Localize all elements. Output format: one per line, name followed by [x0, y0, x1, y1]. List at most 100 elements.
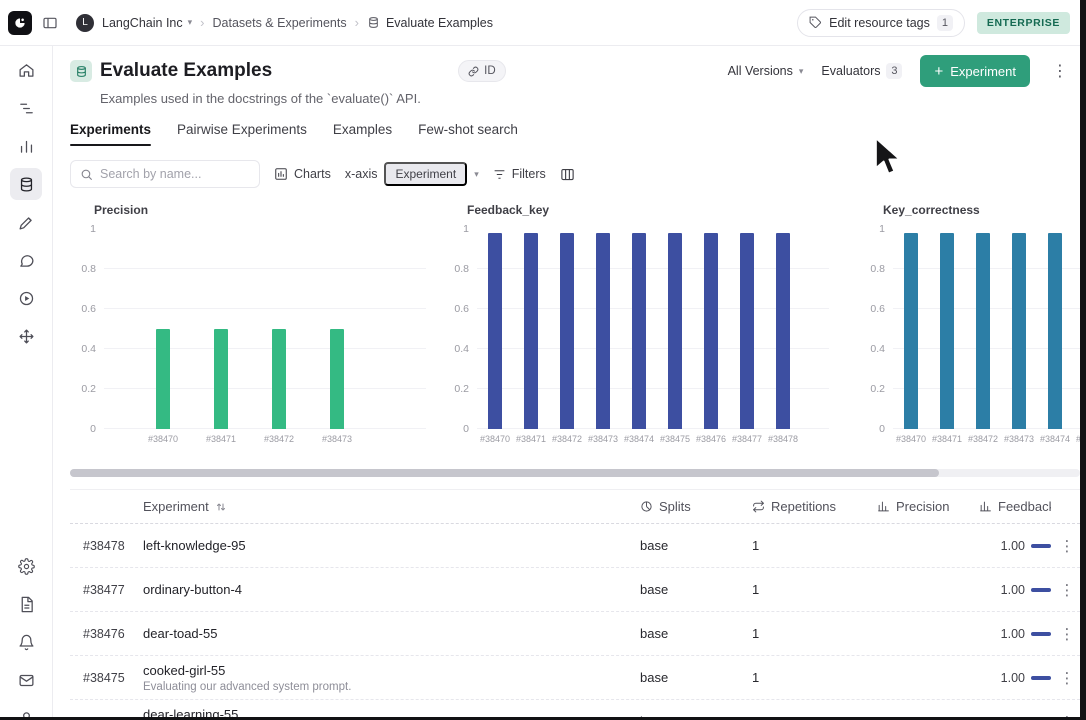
experiment-name[interactable]: left-knowledge-95	[143, 538, 640, 553]
experiment-column-header[interactable]: Experiment	[143, 499, 640, 514]
sidebar-toggle-icon[interactable]	[40, 13, 60, 33]
feedback-cell: 1.00	[877, 583, 1053, 597]
scrollbar-thumb[interactable]	[70, 469, 939, 477]
columns-icon[interactable]	[560, 167, 575, 182]
bar[interactable]	[904, 233, 918, 429]
repetitions-value: 1	[752, 626, 760, 641]
precision-column-header[interactable]: Precision	[877, 499, 949, 514]
feedback-value: 1.00	[1000, 670, 1025, 685]
bell-icon[interactable]	[10, 626, 42, 658]
bar[interactable]	[632, 233, 646, 429]
y-tick-label: 0.8	[81, 263, 96, 275]
repetitions-column-header[interactable]: Repetitions	[752, 499, 877, 514]
search-input[interactable]	[100, 167, 250, 181]
filters-label: Filters	[511, 167, 546, 181]
mail-icon[interactable]	[10, 664, 42, 696]
x-tick-label: #38474	[1039, 434, 1071, 444]
move-arrows-icon[interactable]	[10, 320, 42, 352]
bar[interactable]	[272, 329, 286, 429]
tab-pairwise-experiments[interactable]: Pairwise Experiments	[177, 122, 307, 146]
play-circle-icon[interactable]	[10, 282, 42, 314]
row-menu-button[interactable]: ⋮	[1053, 669, 1081, 687]
comment-icon[interactable]	[10, 244, 42, 276]
feedback-value: 1.00	[1000, 538, 1025, 553]
org-name: LangChain Inc	[102, 15, 183, 30]
breadcrumb-org[interactable]: LangChain Inc ▾	[102, 16, 192, 30]
charts-toggle-button[interactable]: Charts	[274, 167, 331, 181]
bar[interactable]	[776, 233, 790, 429]
bar[interactable]	[488, 233, 502, 429]
table-row[interactable]: #38475 cooked-girl-55 Evaluating our advan…	[70, 656, 1080, 700]
bar[interactable]	[560, 233, 574, 429]
charts-row: Precision 0 0.2 0.4 0.6 0.8 1 #38470 #38471 #38…	[70, 203, 1080, 451]
metric-column-headers: Precision Feedback	[877, 499, 1053, 514]
tab-examples[interactable]: Examples	[333, 122, 392, 146]
experiment-name[interactable]: cooked-girl-55	[143, 663, 640, 678]
row-menu-button[interactable]: ⋮	[1053, 537, 1081, 555]
bar[interactable]	[524, 233, 538, 429]
breadcrumb-separator: ›	[200, 15, 205, 30]
x-axis-value-chip[interactable]: Experiment	[384, 162, 468, 186]
edit-resource-tags-button[interactable]: Edit resource tags 1	[797, 8, 965, 37]
bar[interactable]	[1048, 233, 1062, 429]
datasets-icon[interactable]	[10, 168, 42, 200]
table-row[interactable]: #38478 left-knowledge-95 base 1 1.00 ⋮	[70, 524, 1080, 568]
org-avatar[interactable]: L	[76, 13, 94, 32]
x-tick-label: #38470	[895, 434, 927, 444]
bar-slot: #38474	[621, 229, 657, 444]
document-icon[interactable]	[10, 588, 42, 620]
feedback-mini-bar	[1031, 631, 1051, 636]
row-menu-button[interactable]: ⋮	[1053, 625, 1081, 643]
evaluators-button[interactable]: Evaluators 3	[821, 63, 903, 79]
bar[interactable]	[214, 329, 228, 429]
all-versions-dropdown[interactable]: All Versions ▾	[728, 64, 804, 78]
bar[interactable]	[976, 233, 990, 429]
bar[interactable]	[156, 329, 170, 429]
breadcrumb-section[interactable]: Datasets & Experiments	[213, 16, 347, 30]
sort-icon[interactable]	[215, 501, 227, 513]
trace-icon[interactable]	[10, 92, 42, 124]
gear-icon[interactable]	[10, 550, 42, 582]
new-experiment-button[interactable]: + Experiment	[920, 55, 1030, 87]
experiment-id: #38477	[83, 582, 125, 597]
bar[interactable]	[1012, 233, 1026, 429]
bar[interactable]	[596, 233, 610, 429]
filters-button[interactable]: Filters	[493, 167, 546, 181]
feedback-mini-bar	[1031, 543, 1051, 548]
table-row[interactable]: #38477 ordinary-button-4 base 1 1.00 ⋮	[70, 568, 1080, 612]
splits-column-header[interactable]: Splits	[640, 499, 752, 514]
splits-header-label: Splits	[659, 499, 691, 514]
chevron-down-icon: ▾	[798, 65, 804, 76]
tab-few-shot-search[interactable]: Few-shot search	[418, 122, 518, 146]
bar-slot: #38474	[1037, 229, 1073, 444]
y-tick-label: 0.6	[870, 303, 885, 315]
bar[interactable]	[704, 233, 718, 429]
topbar: L LangChain Inc ▾ › Datasets & Experimen…	[0, 0, 1086, 46]
table-row[interactable]: #38476 dear-toad-55 base 1 1.00 ⋮	[70, 612, 1080, 656]
bar-slot: #38471	[929, 229, 965, 444]
tab-experiments[interactable]: Experiments	[70, 122, 152, 146]
copy-id-button[interactable]: ID	[458, 60, 506, 82]
experiment-name[interactable]: dear-toad-55	[143, 626, 640, 641]
x-tick-label: #38470	[147, 434, 179, 444]
y-tick-label: 0.4	[454, 343, 469, 355]
chevron-down-icon[interactable]: ▾	[474, 169, 479, 180]
bar[interactable]	[940, 233, 954, 429]
row-menu-button[interactable]: ⋮	[1053, 581, 1081, 599]
bar[interactable]	[740, 233, 754, 429]
y-tick-label: 1	[879, 223, 885, 235]
experiment-name[interactable]: ordinary-button-4	[143, 582, 640, 597]
bar[interactable]	[330, 329, 344, 429]
pencil-icon[interactable]	[10, 206, 42, 238]
breadcrumb-separator: ›	[354, 15, 359, 30]
home-icon[interactable]	[10, 54, 42, 86]
bar-chart-icon[interactable]	[10, 130, 42, 162]
x-tick-label: #38476	[695, 434, 727, 444]
bar[interactable]	[668, 233, 682, 429]
langsmith-logo[interactable]	[8, 10, 32, 35]
splits-value: base	[640, 670, 669, 685]
page-menu-button[interactable]: ⋮	[1048, 61, 1072, 81]
table-header: Experiment Splits Repetitions Precision …	[70, 490, 1080, 524]
feedback-column-header[interactable]: Feedback	[979, 499, 1051, 514]
breadcrumb: L LangChain Inc ▾ › Datasets & Experimen…	[76, 13, 493, 32]
